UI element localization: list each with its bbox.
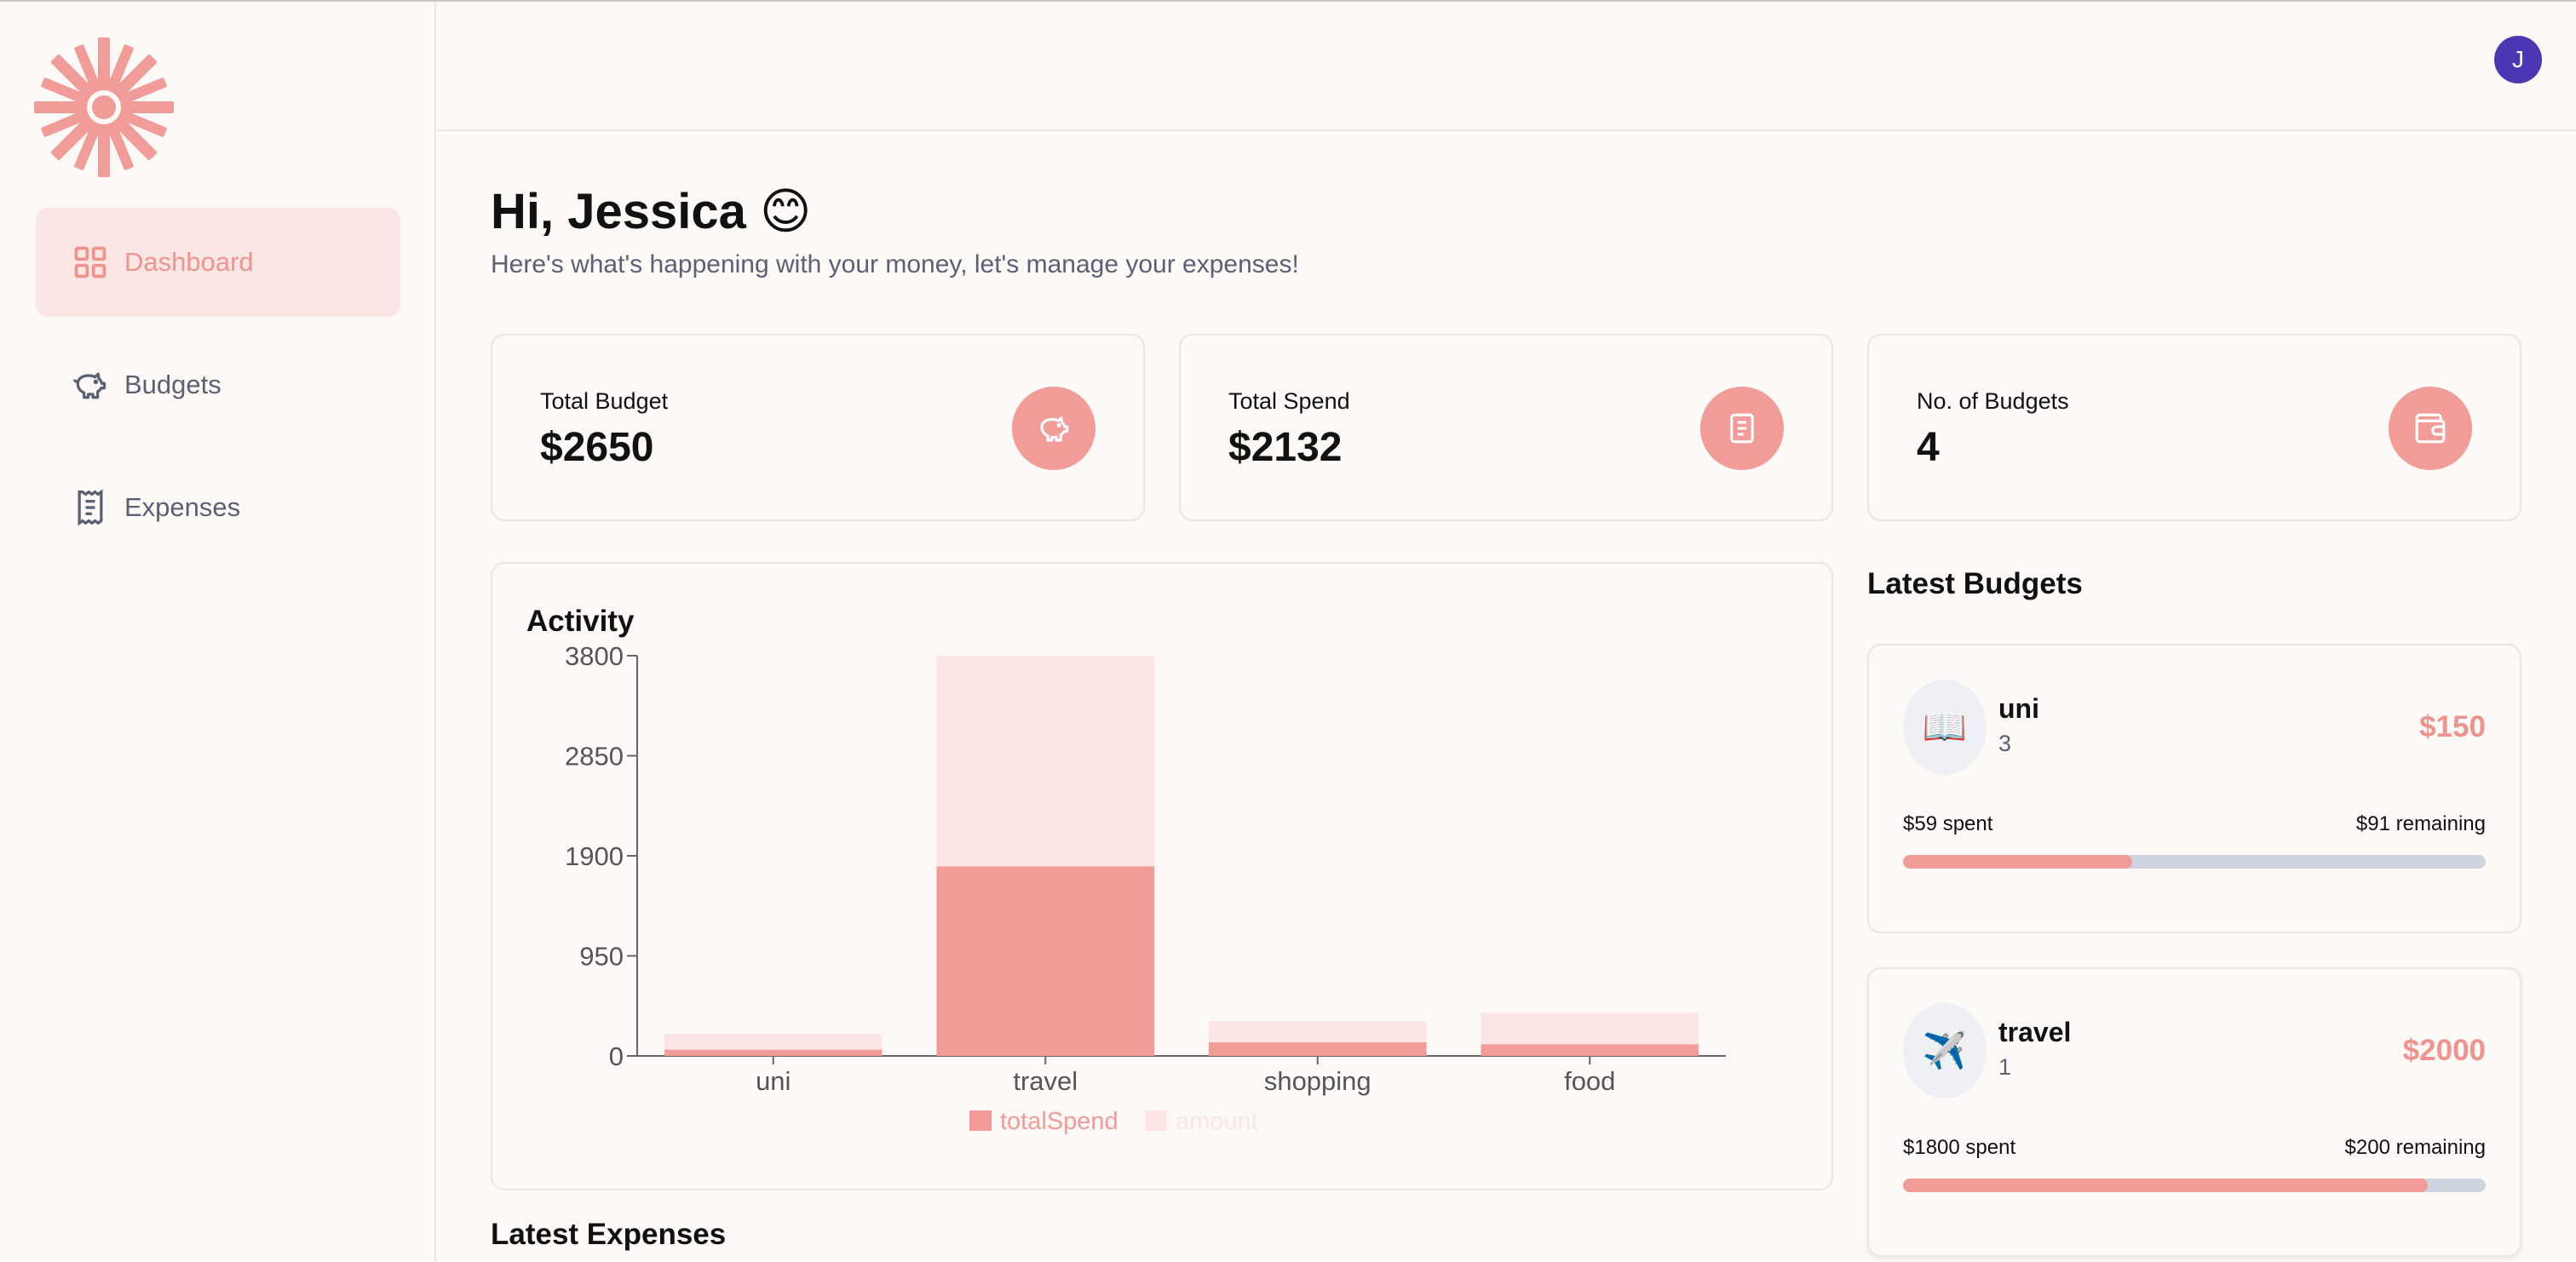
legend-label-totalSpend: totalSpend [1000,1108,1118,1135]
budget-progress-fill [1903,855,2132,869]
activity-chart-card: Activity 0 950 1900 2850 3800 uni travel shoppi… [491,562,1833,1190]
legend-label-amount: amount [1176,1108,1258,1135]
y-tick-label: 3800 [565,641,624,671]
y-tick-label: 0 [609,1041,624,1071]
bar-amount-shopping [1208,1021,1427,1042]
budget-name: uni [1998,693,2039,724]
stat-card-number-of-budgets: No. of Budgets 4 [1867,334,2521,521]
wallet-icon [2389,387,2472,470]
sidebar-item-expenses[interactable]: Expenses [36,453,400,562]
app-logo[interactable] [34,37,174,177]
stat-label: No. of Budgets [1917,388,2069,414]
x-tick-label: travel [1013,1066,1078,1096]
bar-totalspend-uni [664,1049,883,1056]
bar-totalspend-food [1481,1044,1699,1056]
y-tick-label: 950 [579,942,624,972]
app-root: Dashboard Budgets Expenses J Hi, Jessica… [0,0,2576,1262]
x-tick-label: shopping [1264,1066,1371,1096]
legend-swatch-totalSpend [969,1110,992,1131]
x-tick-label: uni [756,1066,791,1096]
sidebar-item-label: Expenses [124,492,241,522]
stat-value: $2650 [540,425,654,470]
airplane-icon: ✈️ [1903,1003,1987,1099]
sidebar-item-dashboard[interactable]: Dashboard [36,208,400,317]
bar-amount-travel [936,656,1155,867]
budget-progress-bar [1903,1179,2486,1192]
budget-remaining: $200 remaining [2344,1136,2486,1159]
latest-budgets-title: Latest Budgets [1867,567,2083,600]
bar-totalspend-shopping [1208,1041,1427,1056]
stat-label: Total Budget [540,388,669,414]
stat-label: Total Spend [1228,388,1350,414]
x-tick-label: food [1564,1066,1615,1096]
sidebar-item-label: Dashboard [124,247,254,277]
budget-spent: $1800 spent [1903,1136,2016,1159]
y-tick-label: 1900 [565,841,624,871]
stat-value: 4 [1917,425,1940,470]
budget-amount: $2000 [2402,1034,2486,1067]
top-header: J [438,2,2576,131]
sidebar-item-label: Budgets [124,370,221,399]
budget-amount: $150 [2419,710,2486,743]
budget-spent: $59 spent [1903,812,1993,835]
latest-expenses-title: Latest Expenses [491,1218,727,1251]
budget-card-travel[interactable]: ✈️ travel 1 $2000 $1800 spent $200 remai… [1867,967,2521,1257]
bar-amount-food [1481,1012,1699,1045]
sidebar-item-budgets[interactable]: Budgets [36,330,400,439]
stat-value: $2132 [1228,425,1343,470]
bar-totalspend-travel [936,866,1155,1056]
budget-progress-fill [1903,1179,2428,1192]
budget-name: travel [1998,1017,2072,1047]
receipt-icon [1700,387,1784,470]
bar-amount-uni [664,1034,883,1050]
sidebar-nav: Dashboard Budgets Expenses [36,208,400,576]
receipt-icon [72,489,109,526]
avatar[interactable]: J [2494,36,2542,83]
budget-item-count: 1 [1998,1054,2012,1080]
y-tick-label: 2850 [565,742,624,772]
budget-progress-bar [1903,855,2486,869]
grid-icon [72,244,109,281]
stat-card-total-spend: Total Spend $2132 [1179,334,1833,521]
sidebar: Dashboard Budgets Expenses [0,2,436,1262]
page-subtitle: Here's what's happening with your money,… [491,250,1299,278]
piggy-bank-icon [1012,387,1095,470]
legend-swatch-amount [1145,1110,1167,1131]
budget-remaining: $91 remaining [2355,812,2486,835]
activity-chart: 0 950 1900 2850 3800 uni travel shopping food tot… [565,641,1726,1135]
budget-item-count: 3 [1998,731,2012,756]
page-title: Hi, Jessica 😊 [491,184,812,239]
stat-card-total-budget: Total Budget $2650 [491,334,1145,521]
book-icon: 📖 [1903,680,1987,775]
budget-card-uni[interactable]: 📖 uni 3 $150 $59 spent $91 remaining [1867,644,2521,933]
piggy-bank-icon [72,366,109,404]
